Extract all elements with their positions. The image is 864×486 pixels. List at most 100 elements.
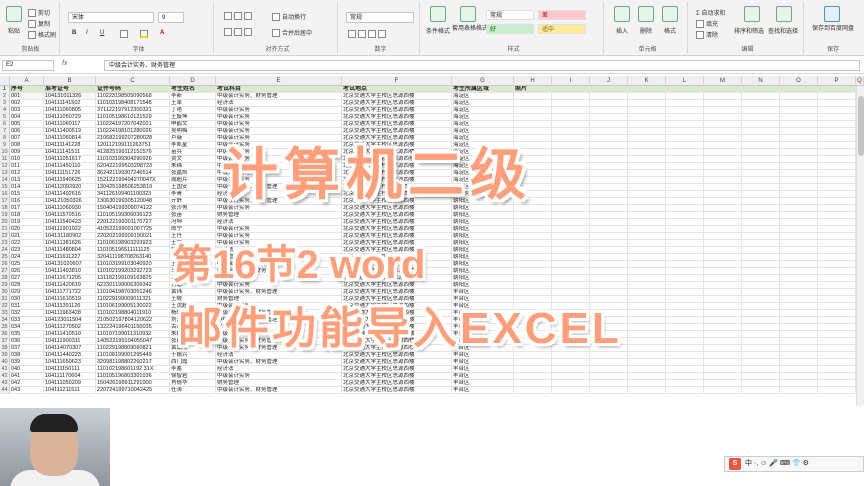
cell[interactable] (742, 170, 780, 177)
cell[interactable]: 北京交通大学主校区思源西楼 (342, 107, 452, 114)
cell[interactable]: 李蓄 (170, 366, 216, 373)
cell[interactable] (704, 142, 742, 149)
cell[interactable] (742, 373, 780, 380)
row-number[interactable]: 42 (0, 373, 10, 380)
cell[interactable]: 110103198408171548 (96, 100, 170, 107)
column-header-a[interactable]: A (10, 76, 44, 86)
cell[interactable] (514, 107, 552, 114)
row-number[interactable]: 32 (0, 303, 10, 310)
cell[interactable]: 考试地点 (342, 86, 452, 93)
cell[interactable]: 104111570516 (44, 212, 96, 219)
fill-button[interactable]: 填充 (696, 19, 718, 29)
cell[interactable] (704, 324, 742, 331)
cell[interactable] (666, 121, 704, 128)
cell[interactable] (818, 254, 856, 261)
cell[interactable]: 经济法 (216, 366, 342, 373)
cell[interactable] (780, 135, 818, 142)
cell[interactable]: 002 (10, 100, 44, 107)
cell[interactable]: 卢薇 (170, 135, 216, 142)
cell[interactable] (780, 107, 818, 114)
cell[interactable]: 丰台区 (452, 387, 514, 394)
cell[interactable]: 132224196401150035 (96, 324, 170, 331)
cell[interactable] (552, 86, 590, 93)
row-number[interactable]: 41 (0, 366, 10, 373)
column-header-p[interactable]: P (818, 76, 856, 86)
row-number[interactable]: 20 (0, 219, 10, 226)
cell[interactable] (628, 184, 666, 191)
cell[interactable] (666, 261, 704, 268)
cell[interactable]: 042 (10, 380, 44, 387)
cell[interactable]: 210502197804120622 (96, 317, 170, 324)
cell[interactable]: 104131180902 (44, 233, 96, 240)
cell[interactable]: 007 (10, 135, 44, 142)
row-number[interactable]: 2 (0, 93, 10, 100)
cell[interactable] (628, 114, 666, 121)
cell[interactable]: 北京交通大学主校区思源西楼 (342, 121, 452, 128)
cell[interactable] (742, 331, 780, 338)
cell[interactable] (514, 121, 552, 128)
cell[interactable]: 中级会计实务、财务管理 (216, 359, 342, 366)
cell[interactable]: 110105198610121529 (96, 114, 170, 121)
row-number[interactable]: 27 (0, 268, 10, 275)
delete-button[interactable]: 删除 (640, 26, 652, 35)
cell[interactable]: 104114070307 (44, 345, 96, 352)
cell[interactable] (628, 226, 666, 233)
cell[interactable] (590, 205, 628, 212)
cell[interactable] (666, 317, 704, 324)
row-number[interactable]: 25 (0, 254, 10, 261)
cell[interactable] (818, 247, 856, 254)
cell[interactable] (818, 198, 856, 205)
cell[interactable] (628, 177, 666, 184)
insert-button[interactable]: 插入 (616, 26, 628, 35)
cell[interactable] (742, 93, 780, 100)
cell[interactable]: 110223198505090568 (96, 93, 170, 100)
cell[interactable]: 024 (10, 254, 44, 261)
cell[interactable] (514, 226, 552, 233)
save-to-cloud-button[interactable]: 保存到百度网盘 (810, 26, 856, 33)
row-number[interactable]: 8 (0, 135, 10, 142)
cell[interactable] (628, 212, 666, 219)
cell[interactable] (780, 149, 818, 156)
cell[interactable] (742, 114, 780, 121)
cell[interactable] (666, 93, 704, 100)
cell[interactable]: 朝阳区 (452, 282, 514, 289)
cell[interactable]: 经济法 (216, 100, 342, 107)
cell[interactable] (704, 359, 742, 366)
cell[interactable]: 海淀区 (452, 100, 514, 107)
cell[interactable] (628, 352, 666, 359)
cell[interactable] (818, 86, 856, 93)
cell[interactable] (514, 93, 552, 100)
vertical-scrollbar[interactable] (856, 86, 864, 406)
cell[interactable] (818, 387, 856, 394)
cell[interactable] (780, 128, 818, 135)
cell[interactable] (666, 247, 704, 254)
sort-filter-icon[interactable] (744, 6, 760, 22)
cell[interactable] (666, 359, 704, 366)
cell[interactable] (742, 149, 780, 156)
cell[interactable] (818, 275, 856, 282)
cell[interactable] (742, 212, 780, 219)
cell[interactable] (780, 331, 818, 338)
cell[interactable] (666, 275, 704, 282)
cell[interactable] (628, 93, 666, 100)
cell[interactable] (704, 93, 742, 100)
cell[interactable]: 北京交通大学主校区思源西楼 (342, 114, 452, 121)
column-header-o[interactable]: O (780, 76, 818, 86)
cell[interactable] (514, 261, 552, 268)
column-header-i[interactable]: I (552, 76, 590, 86)
cell[interactable]: 110103199304290926 (96, 156, 170, 163)
cell[interactable] (818, 296, 856, 303)
cell[interactable] (514, 359, 552, 366)
cell[interactable] (514, 219, 552, 226)
row-number[interactable]: 23 (0, 240, 10, 247)
cell[interactable] (704, 373, 742, 380)
row-number[interactable]: 19 (0, 212, 10, 219)
cell[interactable] (780, 191, 818, 198)
cell[interactable]: 朝阳区 (452, 247, 514, 254)
cell[interactable] (590, 226, 628, 233)
cell[interactable]: 110107199011310932 (96, 331, 170, 338)
cell[interactable] (514, 114, 552, 121)
cell[interactable] (704, 296, 742, 303)
cell[interactable] (590, 387, 628, 394)
cell[interactable]: 130630199305120048 (96, 198, 170, 205)
